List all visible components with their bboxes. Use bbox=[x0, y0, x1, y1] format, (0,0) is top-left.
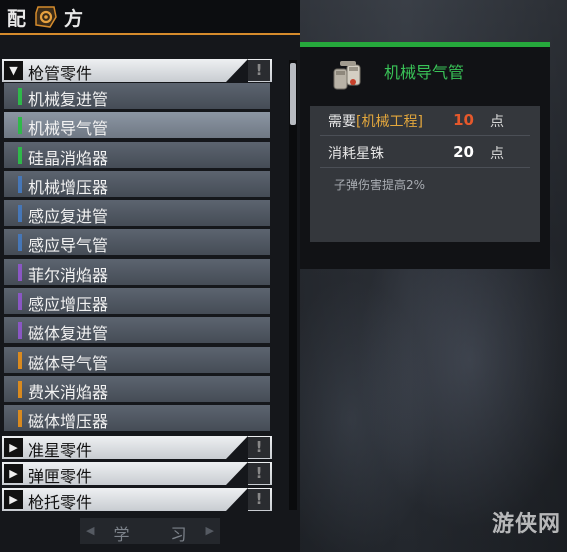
scrollbar-thumb[interactable] bbox=[290, 63, 296, 125]
recipe-list: ▼ 枪管零件 ! 机械复进管 机械导气管 硅晶消焰器 机械增压器 感应复进管 感… bbox=[0, 52, 288, 512]
alert-icon: ! bbox=[248, 437, 270, 458]
category-label: 弹匣零件 bbox=[28, 467, 93, 486]
recipe-item[interactable]: 菲尔消焰器 bbox=[4, 259, 270, 285]
recipe-item[interactable]: 磁体增压器 bbox=[4, 405, 270, 431]
recipe-item[interactable]: 机械增压器 bbox=[4, 171, 270, 197]
requirement-value: 10 bbox=[453, 111, 474, 129]
recipe-item-label: 菲尔消焰器 bbox=[28, 266, 109, 285]
recipe-detail-panel: 机械导气管 需要[机械工程] 10 点 消耗星铢 20 点 子弹伤害提高2% bbox=[300, 42, 550, 269]
recipe-item[interactable]: 感应复进管 bbox=[4, 200, 270, 226]
category-sight-parts[interactable]: ▶ 准星零件 ! bbox=[2, 436, 272, 460]
rarity-bar bbox=[18, 88, 22, 105]
recipe-item-label: 感应复进管 bbox=[28, 207, 109, 226]
recipe-item[interactable]: 硅晶消焰器 bbox=[4, 142, 270, 168]
recipe-item-label: 硅晶消焰器 bbox=[28, 149, 109, 168]
category-label: 准星零件 bbox=[28, 441, 93, 460]
rarity-bar bbox=[18, 410, 22, 427]
rarity-bar bbox=[18, 147, 22, 164]
recipe-item[interactable]: 机械复进管 bbox=[4, 83, 270, 109]
rarity-bar bbox=[18, 205, 22, 222]
cost-unit: 点 bbox=[490, 146, 504, 162]
requirement-unit: 点 bbox=[490, 114, 504, 130]
recipe-item[interactable]: 费米消焰器 bbox=[4, 376, 270, 402]
arrow-right-icon: ▶ bbox=[205, 524, 214, 537]
recipe-item[interactable]: 磁体导气管 bbox=[4, 347, 270, 373]
recipe-item-label: 磁体增压器 bbox=[28, 412, 109, 431]
category-magazine-parts[interactable]: ▶ 弹匣零件 ! bbox=[2, 462, 272, 486]
recipe-item-label: 磁体导气管 bbox=[28, 354, 109, 373]
requirement-row: 需要[机械工程] 10 点 bbox=[320, 107, 530, 136]
requirement-box: 需要[机械工程] 10 点 消耗星铢 20 点 bbox=[310, 106, 540, 242]
recipe-item[interactable]: 感应导气管 bbox=[4, 229, 270, 255]
rarity-bar bbox=[18, 117, 22, 134]
requirement-label: 需要 bbox=[328, 114, 356, 130]
recipe-item-label: 感应导气管 bbox=[28, 236, 109, 255]
header-title-right: 方 bbox=[64, 8, 84, 30]
rarity-bar bbox=[18, 322, 22, 339]
recipe-item[interactable]: 磁体复进管 bbox=[4, 317, 270, 343]
scrollbar-track[interactable] bbox=[289, 60, 297, 510]
gear-hex-icon bbox=[35, 6, 57, 28]
chevron-right-icon: ▶ bbox=[4, 438, 23, 457]
category-barrel-parts[interactable]: ▼ 枪管零件 ! bbox=[2, 59, 272, 83]
detail-title: 机械导气管 bbox=[384, 63, 465, 82]
recipe-panel: 配 方 ▼ 枪管零件 ! 机械复进管 机械导气管 硅晶消焰器 机械增压器 感应复… bbox=[0, 0, 300, 552]
effect-description: 子弹伤害提高2% bbox=[334, 178, 426, 192]
rarity-bar bbox=[18, 234, 22, 251]
category-label: 枪托零件 bbox=[28, 493, 93, 512]
learn-button-label: 学 习 bbox=[113, 525, 205, 544]
alert-icon: ! bbox=[248, 463, 270, 484]
alert-icon: ! bbox=[248, 60, 270, 81]
recipe-item-label: 机械复进管 bbox=[28, 90, 109, 109]
category-tail-decor bbox=[226, 488, 248, 511]
category-tail-decor bbox=[226, 462, 248, 485]
chevron-down-icon: ▼ bbox=[4, 61, 23, 80]
header-title-left: 配 bbox=[7, 8, 27, 30]
recipe-item-label: 机械增压器 bbox=[28, 178, 109, 197]
cost-row: 消耗星铢 20 点 bbox=[320, 139, 530, 168]
category-label: 枪管零件 bbox=[28, 64, 93, 83]
learn-button[interactable]: ◀ 学 习 ▶ bbox=[80, 518, 220, 544]
rarity-topline bbox=[300, 42, 550, 47]
recipe-item-label: 磁体复进管 bbox=[28, 324, 109, 343]
rarity-bar bbox=[18, 264, 22, 281]
recipe-item-label: 感应增压器 bbox=[28, 295, 109, 314]
category-stock-parts[interactable]: ▶ 枪托零件 ! bbox=[2, 488, 272, 512]
requirement-skill: [机械工程] bbox=[356, 114, 423, 130]
watermark-logo: 游侠网 bbox=[492, 512, 562, 537]
gas-tube-icon bbox=[333, 61, 361, 90]
chevron-right-icon: ▶ bbox=[4, 490, 23, 509]
cost-label: 消耗星铢 bbox=[328, 146, 384, 162]
rarity-bar bbox=[18, 293, 22, 310]
recipe-item-label: 机械导气管 bbox=[28, 119, 109, 138]
recipe-header: 配 方 bbox=[0, 0, 300, 35]
recipe-item-selected[interactable]: 机械导气管 bbox=[4, 112, 270, 138]
category-tail-decor bbox=[226, 59, 248, 82]
rarity-bar bbox=[18, 381, 22, 398]
category-tail-decor bbox=[226, 436, 248, 459]
recipe-item-label: 费米消焰器 bbox=[28, 383, 109, 402]
alert-icon: ! bbox=[248, 489, 270, 510]
rarity-bar bbox=[18, 352, 22, 369]
recipe-item[interactable]: 感应增压器 bbox=[4, 288, 270, 314]
chevron-right-icon: ▶ bbox=[4, 464, 23, 483]
rarity-bar bbox=[18, 176, 22, 193]
cost-value: 20 bbox=[453, 143, 474, 161]
